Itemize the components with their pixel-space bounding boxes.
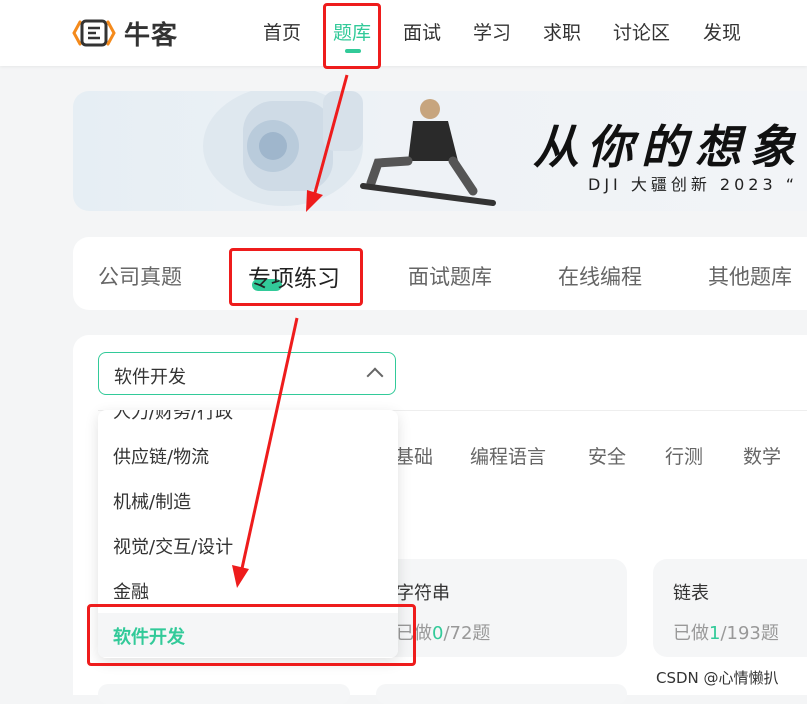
annotation-arrows: [232, 74, 349, 588]
watermark: CSDN @心情懒扒: [656, 669, 779, 687]
